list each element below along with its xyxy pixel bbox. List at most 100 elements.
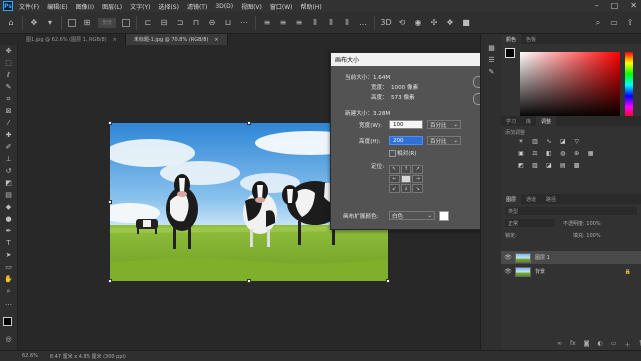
menu-image[interactable]: 图像(I) xyxy=(76,2,94,11)
brush-icon[interactable]: ✐ xyxy=(0,141,17,153)
properties-icon[interactable]: ☰ xyxy=(481,54,502,66)
3d-pan-icon[interactable]: ✣ xyxy=(429,18,439,28)
type-icon[interactable]: T xyxy=(0,237,17,249)
menu-edit[interactable]: 编辑(E) xyxy=(47,2,67,11)
color-swatches[interactable] xyxy=(3,317,17,331)
height-unit-select[interactable]: 百分比 ⌄ xyxy=(427,136,461,145)
transform-handle[interactable] xyxy=(247,279,251,283)
height-input[interactable]: 200 xyxy=(389,136,423,145)
tab-learn[interactable]: 学习 xyxy=(501,116,521,126)
menu-layer[interactable]: 图层(L) xyxy=(102,2,122,11)
transform-handle[interactable] xyxy=(108,121,112,125)
search-icon[interactable]: ⌕ xyxy=(593,18,603,28)
path-select-icon[interactable]: ➤ xyxy=(0,249,17,261)
anchor-right[interactable]: → xyxy=(412,174,423,184)
minimize-icon[interactable]: – xyxy=(595,1,599,10)
tab-color[interactable]: 颜色 xyxy=(501,34,522,44)
photo-filter-icon[interactable]: ◍ xyxy=(559,150,567,158)
gradient-icon[interactable]: ▤ xyxy=(0,189,17,201)
menu-help[interactable]: 帮助(H) xyxy=(301,2,322,11)
maximize-icon[interactable]: □ xyxy=(611,1,619,10)
workspace-icon[interactable]: ▭ xyxy=(609,18,619,28)
menu-type[interactable]: 文字(Y) xyxy=(130,2,150,11)
close-icon[interactable]: × xyxy=(113,37,117,43)
anchor-center[interactable] xyxy=(400,174,412,184)
menu-view[interactable]: 视图(V) xyxy=(241,2,262,11)
exposure-icon[interactable]: ◪ xyxy=(559,138,567,146)
distribute-hcenter-icon[interactable]: ⦀ xyxy=(326,18,336,28)
tab-swatches[interactable]: 色板 xyxy=(521,34,541,44)
eyedropper-icon[interactable]: ⁄ xyxy=(0,117,17,129)
move-icon[interactable]: ✥ xyxy=(0,45,17,57)
chevron-down-icon[interactable]: ▾ xyxy=(45,18,55,28)
pen-icon[interactable]: ✒ xyxy=(0,225,17,237)
healing-icon[interactable]: ✚ xyxy=(0,129,17,141)
opacity-label[interactable]: 不透明度: 100% xyxy=(563,220,601,227)
bw-icon[interactable]: ◧ xyxy=(545,150,553,158)
color-lookup-icon[interactable]: ▦ xyxy=(587,150,595,158)
eye-icon[interactable]: 👁 xyxy=(501,254,515,261)
brightness-icon[interactable]: ☀ xyxy=(517,138,525,146)
distribute-left-icon[interactable]: ⦀ xyxy=(310,18,320,28)
home-icon[interactable]: ⌂ xyxy=(6,18,16,28)
3d-slide-icon[interactable]: ❖ xyxy=(445,18,455,28)
shape-icon[interactable]: ▭ xyxy=(0,261,17,273)
levels-icon[interactable]: ▥ xyxy=(531,138,539,146)
align-top-icon[interactable]: ⊓ xyxy=(191,18,201,28)
hue-slider[interactable] xyxy=(625,52,633,118)
distribute-vcenter-icon[interactable]: ≡ xyxy=(278,18,288,28)
align-center-icon[interactable]: ⊟ xyxy=(159,18,169,28)
fx-icon[interactable]: fx xyxy=(570,340,576,349)
tab-paths[interactable]: 路径 xyxy=(541,194,561,204)
menu-3d[interactable]: 3D(D) xyxy=(215,3,233,10)
quick-mask-icon[interactable]: ◎ xyxy=(0,333,17,345)
align-left-icon[interactable]: ⊏ xyxy=(143,18,153,28)
stamp-icon[interactable]: ⊥ xyxy=(0,153,17,165)
history-icon[interactable]: ▦ xyxy=(481,42,502,54)
transform-handle[interactable] xyxy=(386,279,390,283)
tab-layers[interactable]: 图层 xyxy=(501,194,522,204)
tab-adjustments[interactable]: 调整 xyxy=(536,116,557,126)
3d-roll-icon[interactable]: ◉ xyxy=(413,18,423,28)
anchor-top[interactable]: ↑ xyxy=(400,165,412,174)
menu-window[interactable]: 窗口(W) xyxy=(270,2,293,11)
anchor-bottom-left[interactable]: ↙ xyxy=(389,184,400,193)
tab-document-2[interactable]: 未标题-1.jpg @ 70.8% (RGB/8) × xyxy=(125,34,228,45)
layer-filter[interactable]: 类型 xyxy=(505,207,637,215)
align-bottom-icon[interactable]: ⊔ xyxy=(223,18,233,28)
foreground-swatch[interactable] xyxy=(505,48,515,58)
blur-icon[interactable]: ◆ xyxy=(0,201,17,213)
foreground-color[interactable] xyxy=(3,317,12,326)
close-icon[interactable]: × xyxy=(214,37,218,43)
auto-select-checkbox[interactable] xyxy=(68,18,76,27)
extension-color-select[interactable]: 白色 ⌄ xyxy=(389,211,435,220)
anchor-grid[interactable]: ↖ ↑ ↗ ← → ↙ ↓ ↘ xyxy=(389,165,423,193)
zoom-icon[interactable]: ⌕ xyxy=(0,285,17,297)
distribute-right-icon[interactable]: ⦀ xyxy=(342,18,352,28)
lasso-icon[interactable]: ℓ xyxy=(0,69,17,81)
transform-handle[interactable] xyxy=(108,279,112,283)
tab-libraries[interactable]: 库 xyxy=(521,116,536,126)
tab-channels[interactable]: 通道 xyxy=(521,194,541,204)
distribute-icon[interactable]: ⋯ xyxy=(239,18,249,28)
transform-handle[interactable] xyxy=(247,121,251,125)
3d-scale-icon[interactable]: ■ xyxy=(461,18,471,28)
options-field[interactable]: 宽度 xyxy=(98,17,117,28)
channel-mixer-icon[interactable]: ⊛ xyxy=(573,150,581,158)
link-icon[interactable]: ∞ xyxy=(557,340,562,349)
3d-rotate-icon[interactable]: ⟲ xyxy=(397,18,407,28)
anchor-top-right[interactable]: ↗ xyxy=(412,165,423,174)
group-icon[interactable]: ▭ xyxy=(611,340,617,349)
transform-handle[interactable] xyxy=(108,200,112,204)
curves-icon[interactable]: ∿ xyxy=(545,138,553,146)
eye-icon[interactable]: 👁 xyxy=(501,268,515,275)
gradient-map-icon[interactable]: ▤ xyxy=(559,162,567,170)
quick-select-icon[interactable]: ✎ xyxy=(0,81,17,93)
hand-icon[interactable]: ✋ xyxy=(0,273,17,285)
frame-icon[interactable]: ⊠ xyxy=(0,105,17,117)
color-field[interactable] xyxy=(520,52,620,118)
vibrance-icon[interactable]: ▽ xyxy=(573,138,581,146)
fill-label[interactable]: 填充: 100% xyxy=(573,232,601,239)
history-brush-icon[interactable]: ↺ xyxy=(0,165,17,177)
color-balance-icon[interactable]: ⚖ xyxy=(531,150,539,158)
